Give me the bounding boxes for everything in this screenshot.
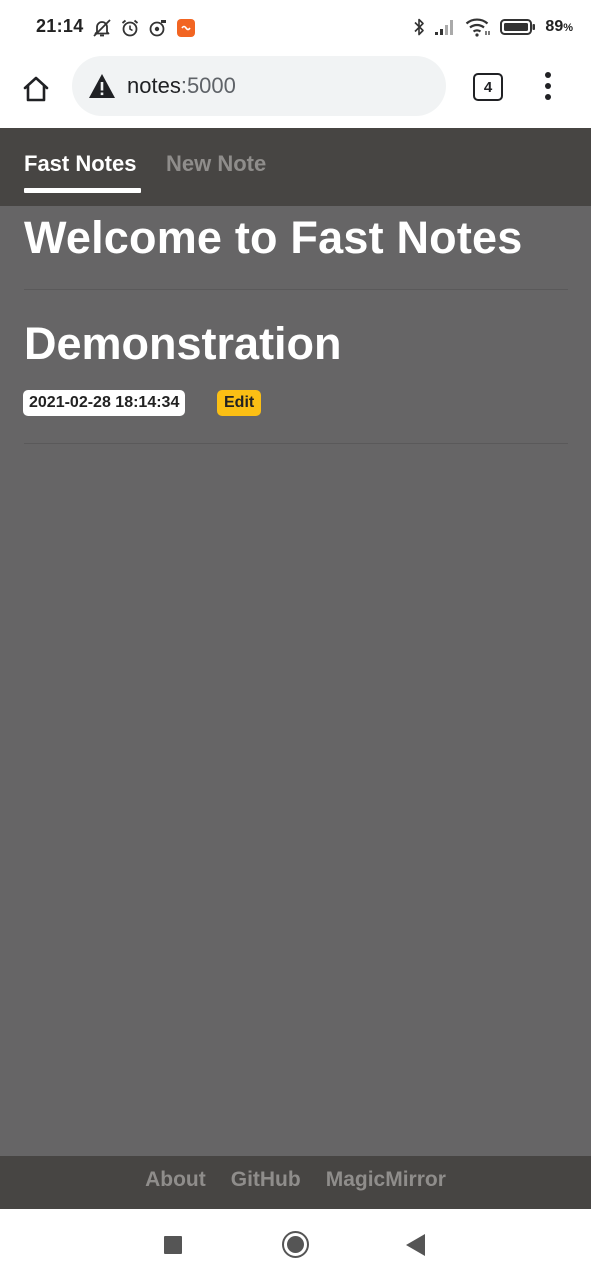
footer-links: About GitHub MagicMirror bbox=[0, 1168, 591, 1192]
more-vert-icon-dot bbox=[545, 94, 551, 100]
browser-toolbar: notes:5000 4 bbox=[0, 56, 591, 128]
site-footer: About GitHub MagicMirror bbox=[0, 1156, 591, 1209]
system-home-icon-inner bbox=[287, 1236, 304, 1253]
browser-menu-button[interactable] bbox=[538, 68, 558, 104]
status-time: 21:14 bbox=[36, 16, 84, 36]
more-vert-icon-dot bbox=[545, 83, 551, 89]
recents-icon[interactable] bbox=[164, 1236, 182, 1254]
battery-unit: % bbox=[563, 22, 573, 34]
page-title: Welcome to Fast Notes bbox=[24, 212, 523, 263]
app-notification-icon bbox=[176, 18, 196, 38]
tab-switcher-button[interactable]: 4 bbox=[473, 73, 503, 101]
divider bbox=[24, 443, 568, 444]
system-navigation-bar bbox=[0, 1209, 591, 1280]
nav-item-fast-notes[interactable]: Fast Notes bbox=[24, 151, 136, 177]
status-bar: 21:14 89% bbox=[0, 0, 591, 56]
browser-home-button[interactable] bbox=[18, 71, 54, 107]
url-port: :5000 bbox=[180, 73, 236, 98]
status-right-icons: 89% bbox=[413, 15, 573, 39]
back-icon[interactable] bbox=[406, 1234, 425, 1256]
edit-note-button[interactable]: Edit bbox=[217, 390, 262, 416]
mute-alarm-icon bbox=[92, 18, 112, 38]
divider bbox=[24, 289, 568, 290]
nav-item-new-note[interactable]: New Note bbox=[166, 151, 266, 177]
battery-percent: 89% bbox=[545, 18, 573, 35]
bluetooth-icon bbox=[413, 17, 425, 37]
active-tab-indicator bbox=[24, 188, 141, 193]
home-icon bbox=[23, 76, 49, 102]
url-text[interactable]: notes:5000 bbox=[127, 73, 236, 99]
url-host: notes bbox=[127, 73, 181, 98]
footer-link-github[interactable]: GitHub bbox=[231, 1168, 301, 1192]
note-timestamp-badge: 2021-02-28 18:14:34 bbox=[23, 390, 186, 416]
signal-icon bbox=[434, 18, 456, 36]
status-left-icons bbox=[92, 16, 196, 40]
address-bar[interactable]: notes:5000 bbox=[72, 56, 446, 116]
note-title[interactable]: Demonstration bbox=[24, 318, 342, 370]
wifi-icon bbox=[465, 17, 491, 37]
footer-link-about[interactable]: About bbox=[145, 1168, 206, 1192]
more-vert-icon-dot bbox=[545, 72, 551, 78]
alarm-clock-icon bbox=[120, 18, 140, 38]
footer-link-magicmirror[interactable]: MagicMirror bbox=[326, 1168, 446, 1192]
music-icon bbox=[148, 18, 168, 38]
system-home-icon[interactable] bbox=[282, 1231, 309, 1258]
main-content: Welcome to Fast Notes Demonstration 2021… bbox=[0, 206, 591, 1156]
warning-icon[interactable] bbox=[88, 73, 116, 99]
site-nav: Fast Notes New Note bbox=[0, 128, 591, 206]
battery-icon bbox=[500, 18, 536, 36]
